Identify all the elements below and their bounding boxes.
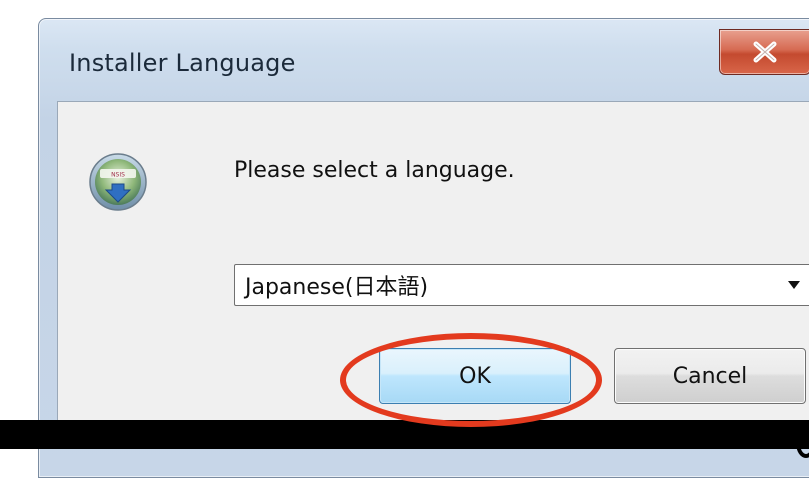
title-bar[interactable]: Installer Language [39, 19, 809, 99]
app-icon-label: NSIS [111, 172, 125, 179]
window-title: Installer Language [69, 49, 296, 77]
close-icon [753, 41, 777, 63]
cancel-button-label: Cancel [672, 363, 748, 389]
dialog-content: NSIS Please select a language. Japanese(… [57, 101, 809, 441]
background-strip [0, 420, 809, 449]
prompt-text: Please select a language. [234, 158, 515, 183]
ok-button-label: OK [459, 363, 491, 389]
dropdown-arrow-icon [788, 281, 800, 289]
language-select[interactable]: Japanese(日本語) [234, 264, 809, 306]
ok-button[interactable]: OK [379, 348, 571, 404]
installer-language-window: Installer Language NSIS Please select a … [38, 18, 809, 478]
edge-mark [796, 428, 809, 458]
cancel-button[interactable]: Cancel [614, 348, 806, 404]
installer-app-icon: NSIS [88, 152, 148, 212]
language-select-value: Japanese(日本語) [245, 275, 429, 300]
close-button[interactable] [719, 29, 809, 75]
